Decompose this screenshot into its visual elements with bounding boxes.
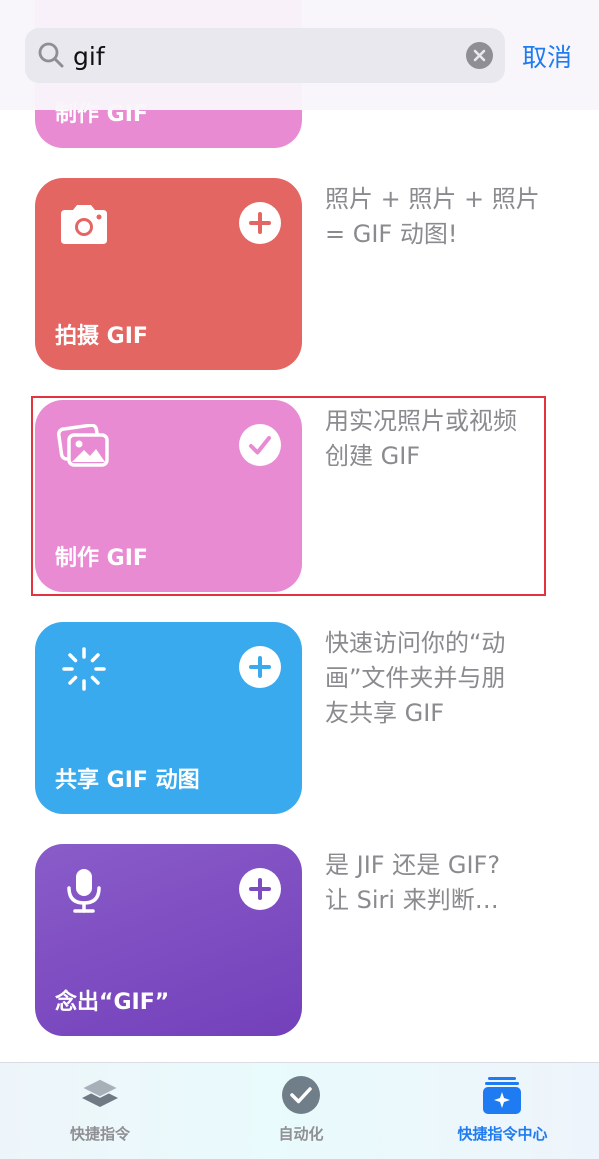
camera-icon [61, 205, 107, 244]
microphone-icon [67, 869, 101, 913]
tab-label: 自动化 [278, 1125, 324, 1143]
search-icon [38, 42, 64, 68]
plus-icon [249, 656, 271, 678]
shortcut-card-title: 念出“GIF” [55, 990, 170, 1015]
add-shortcut-button[interactable] [239, 868, 281, 910]
description-line: 友共享 GIF [325, 699, 445, 727]
description-line: 让 Siri 来判断… [325, 886, 499, 914]
description-line: 画”文件夹并与朋 [325, 664, 506, 692]
tab-gallery[interactable]: 快捷指令中心 [440, 1063, 565, 1159]
shortcut-card-title: 共享 GIF 动图 [55, 768, 200, 793]
tab-label: 快捷指令 [69, 1125, 130, 1143]
shortcut-description: 照片 + 照片 + 照片 = GIF 动图! [325, 182, 575, 252]
cancel-button[interactable]: 取消 [522, 38, 572, 74]
shortcut-card[interactable]: 拍摄 GIF [35, 178, 302, 370]
shortcut-description: 是 JIF 还是 GIF? 让 Siri 来判断… [325, 848, 575, 918]
gallery-sparkle-icon [483, 1077, 521, 1114]
automation-check-icon [282, 1076, 320, 1114]
add-shortcut-button[interactable] [239, 202, 281, 244]
layers-icon [80, 1078, 120, 1107]
search-input[interactable] [73, 36, 473, 76]
tab-shortcuts[interactable]: 快捷指令 [40, 1063, 160, 1159]
loading-spinner-icon [62, 647, 106, 691]
shortcut-card-title: 拍摄 GIF [55, 324, 148, 349]
plus-icon [249, 878, 271, 900]
description-line: 是 JIF 还是 GIF? [325, 851, 501, 879]
tab-automation[interactable]: 自动化 [241, 1063, 361, 1159]
shortcut-card[interactable]: 念出“GIF” [35, 844, 302, 1036]
search-bar[interactable] [25, 28, 505, 83]
shortcut-card[interactable]: 共享 GIF 动图 [35, 622, 302, 814]
plus-icon [249, 212, 271, 234]
tab-label: 快捷指令中心 [457, 1125, 548, 1143]
description-line: 快速访问你的“动 [325, 629, 506, 657]
clear-search-icon[interactable] [466, 42, 493, 69]
add-shortcut-button[interactable] [239, 646, 281, 688]
search-header: 取消 [0, 0, 599, 110]
shortcut-description: 快速访问你的“动 画”文件夹并与朋 友共享 GIF [325, 626, 575, 731]
description-line: = GIF 动图! [325, 220, 458, 248]
description-line: 照片 + 照片 + 照片 [325, 185, 540, 213]
selection-highlight-box [31, 396, 546, 596]
tab-bar: 快捷指令 自动化 快捷指令中心 [0, 1062, 599, 1159]
gallery-search-results: 制作 GIF 拍摄 GIF 照片 + 照片 + 照片 = GIF 动图! 制作 … [0, 0, 599, 1062]
